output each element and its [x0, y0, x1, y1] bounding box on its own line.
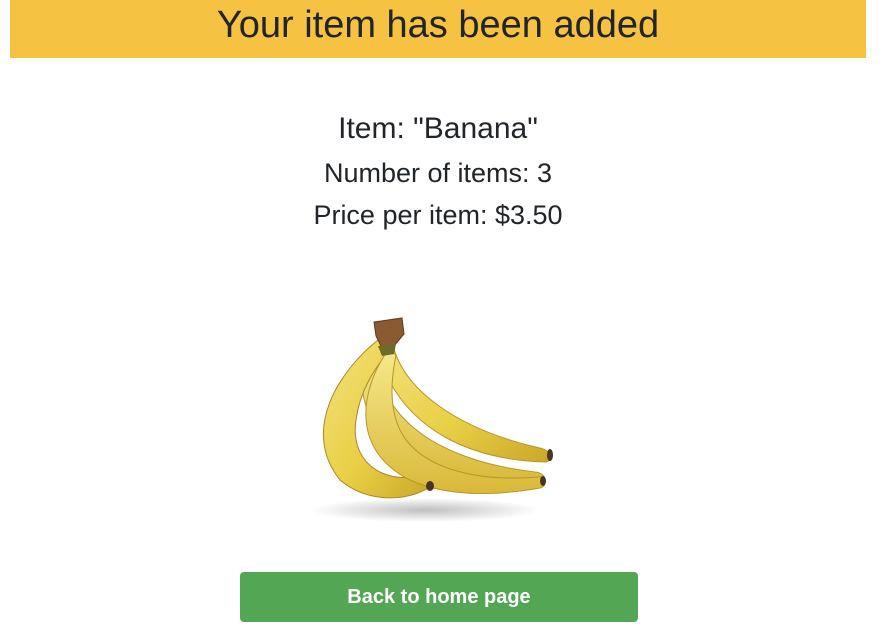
banana-image: [310, 317, 553, 522]
back-to-home-button[interactable]: Back to home page: [240, 572, 638, 622]
confirmation-banner: Your item has been added: [10, 0, 866, 58]
confirmation-page: Your item has been added Item: "Banana" …: [0, 0, 886, 640]
item-name-line: Item: "Banana": [338, 112, 538, 145]
confirmation-message: Your item has been added: [216, 4, 660, 46]
item-count-line: Number of items: 3: [323, 158, 553, 188]
item-price-line: Price per item: $3.50: [313, 200, 563, 230]
